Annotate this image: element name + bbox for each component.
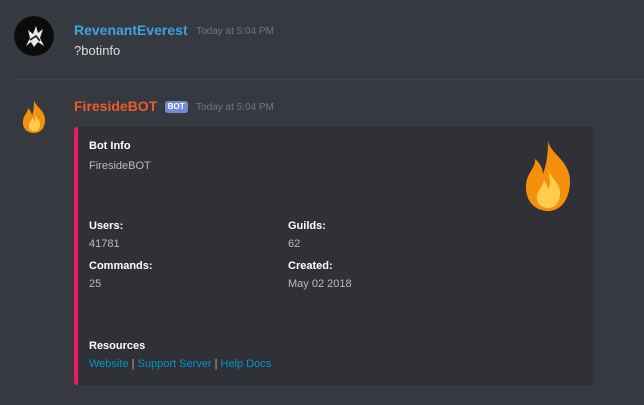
bot-badge: BOT <box>164 101 188 113</box>
field-users: Users: 41781 <box>89 220 123 250</box>
field-value: May 02 2018 <box>288 278 352 290</box>
field-commands: Commands: 25 <box>89 260 153 290</box>
username[interactable]: RevenantEverest <box>74 22 188 38</box>
message-revenanteverest: RevenantEverest Today at 5:04 PM ?botinf… <box>0 16 644 62</box>
message-header: RevenantEverest Today at 5:04 PM <box>74 22 274 40</box>
field-guilds: Guilds: 62 <box>288 220 326 250</box>
field-name: Resources <box>89 340 146 352</box>
field-name: Commands: <box>89 260 153 272</box>
field-created: Created: May 02 2018 <box>288 260 352 290</box>
website-link[interactable]: Website <box>89 358 129 370</box>
support-server-link[interactable]: Support Server <box>138 358 212 370</box>
embed-description: FiresideBOT <box>89 160 151 172</box>
message-divider <box>14 79 644 80</box>
field-value: 41781 <box>89 238 120 250</box>
field-name: Created: <box>288 260 333 272</box>
embed-title: Bot Info <box>89 140 131 152</box>
message-header: FiresideBOT BOT Today at 5:04 PM <box>74 98 274 116</box>
link-separator: | <box>214 358 218 370</box>
field-resources: Resources Website | Support Server | Hel… <box>89 340 271 370</box>
wolf-icon <box>14 16 54 56</box>
field-name: Users: <box>89 220 124 232</box>
fire-icon <box>22 100 46 133</box>
message-content: ?botinfo <box>74 43 121 58</box>
bot-info-embed: Bot Info FiresideBOT Users: 41781 Guilds… <box>74 127 594 385</box>
embed-thumbnail[interactable] <box>516 139 580 213</box>
resource-links: Website | Support Server | Help Docs <box>89 358 271 370</box>
fire-icon <box>525 141 571 211</box>
timestamp: Today at 5:04 PM <box>196 102 274 113</box>
username[interactable]: FiresideBOT <box>74 98 157 114</box>
help-docs-link[interactable]: Help Docs <box>221 358 272 370</box>
field-name: Guilds: <box>288 220 326 232</box>
bot-avatar[interactable] <box>14 96 54 136</box>
timestamp: Today at 5:04 PM <box>196 26 274 37</box>
field-value: 25 <box>89 278 102 290</box>
field-value: 62 <box>288 238 301 250</box>
link-separator: | <box>131 358 135 370</box>
user-avatar[interactable] <box>14 16 54 56</box>
